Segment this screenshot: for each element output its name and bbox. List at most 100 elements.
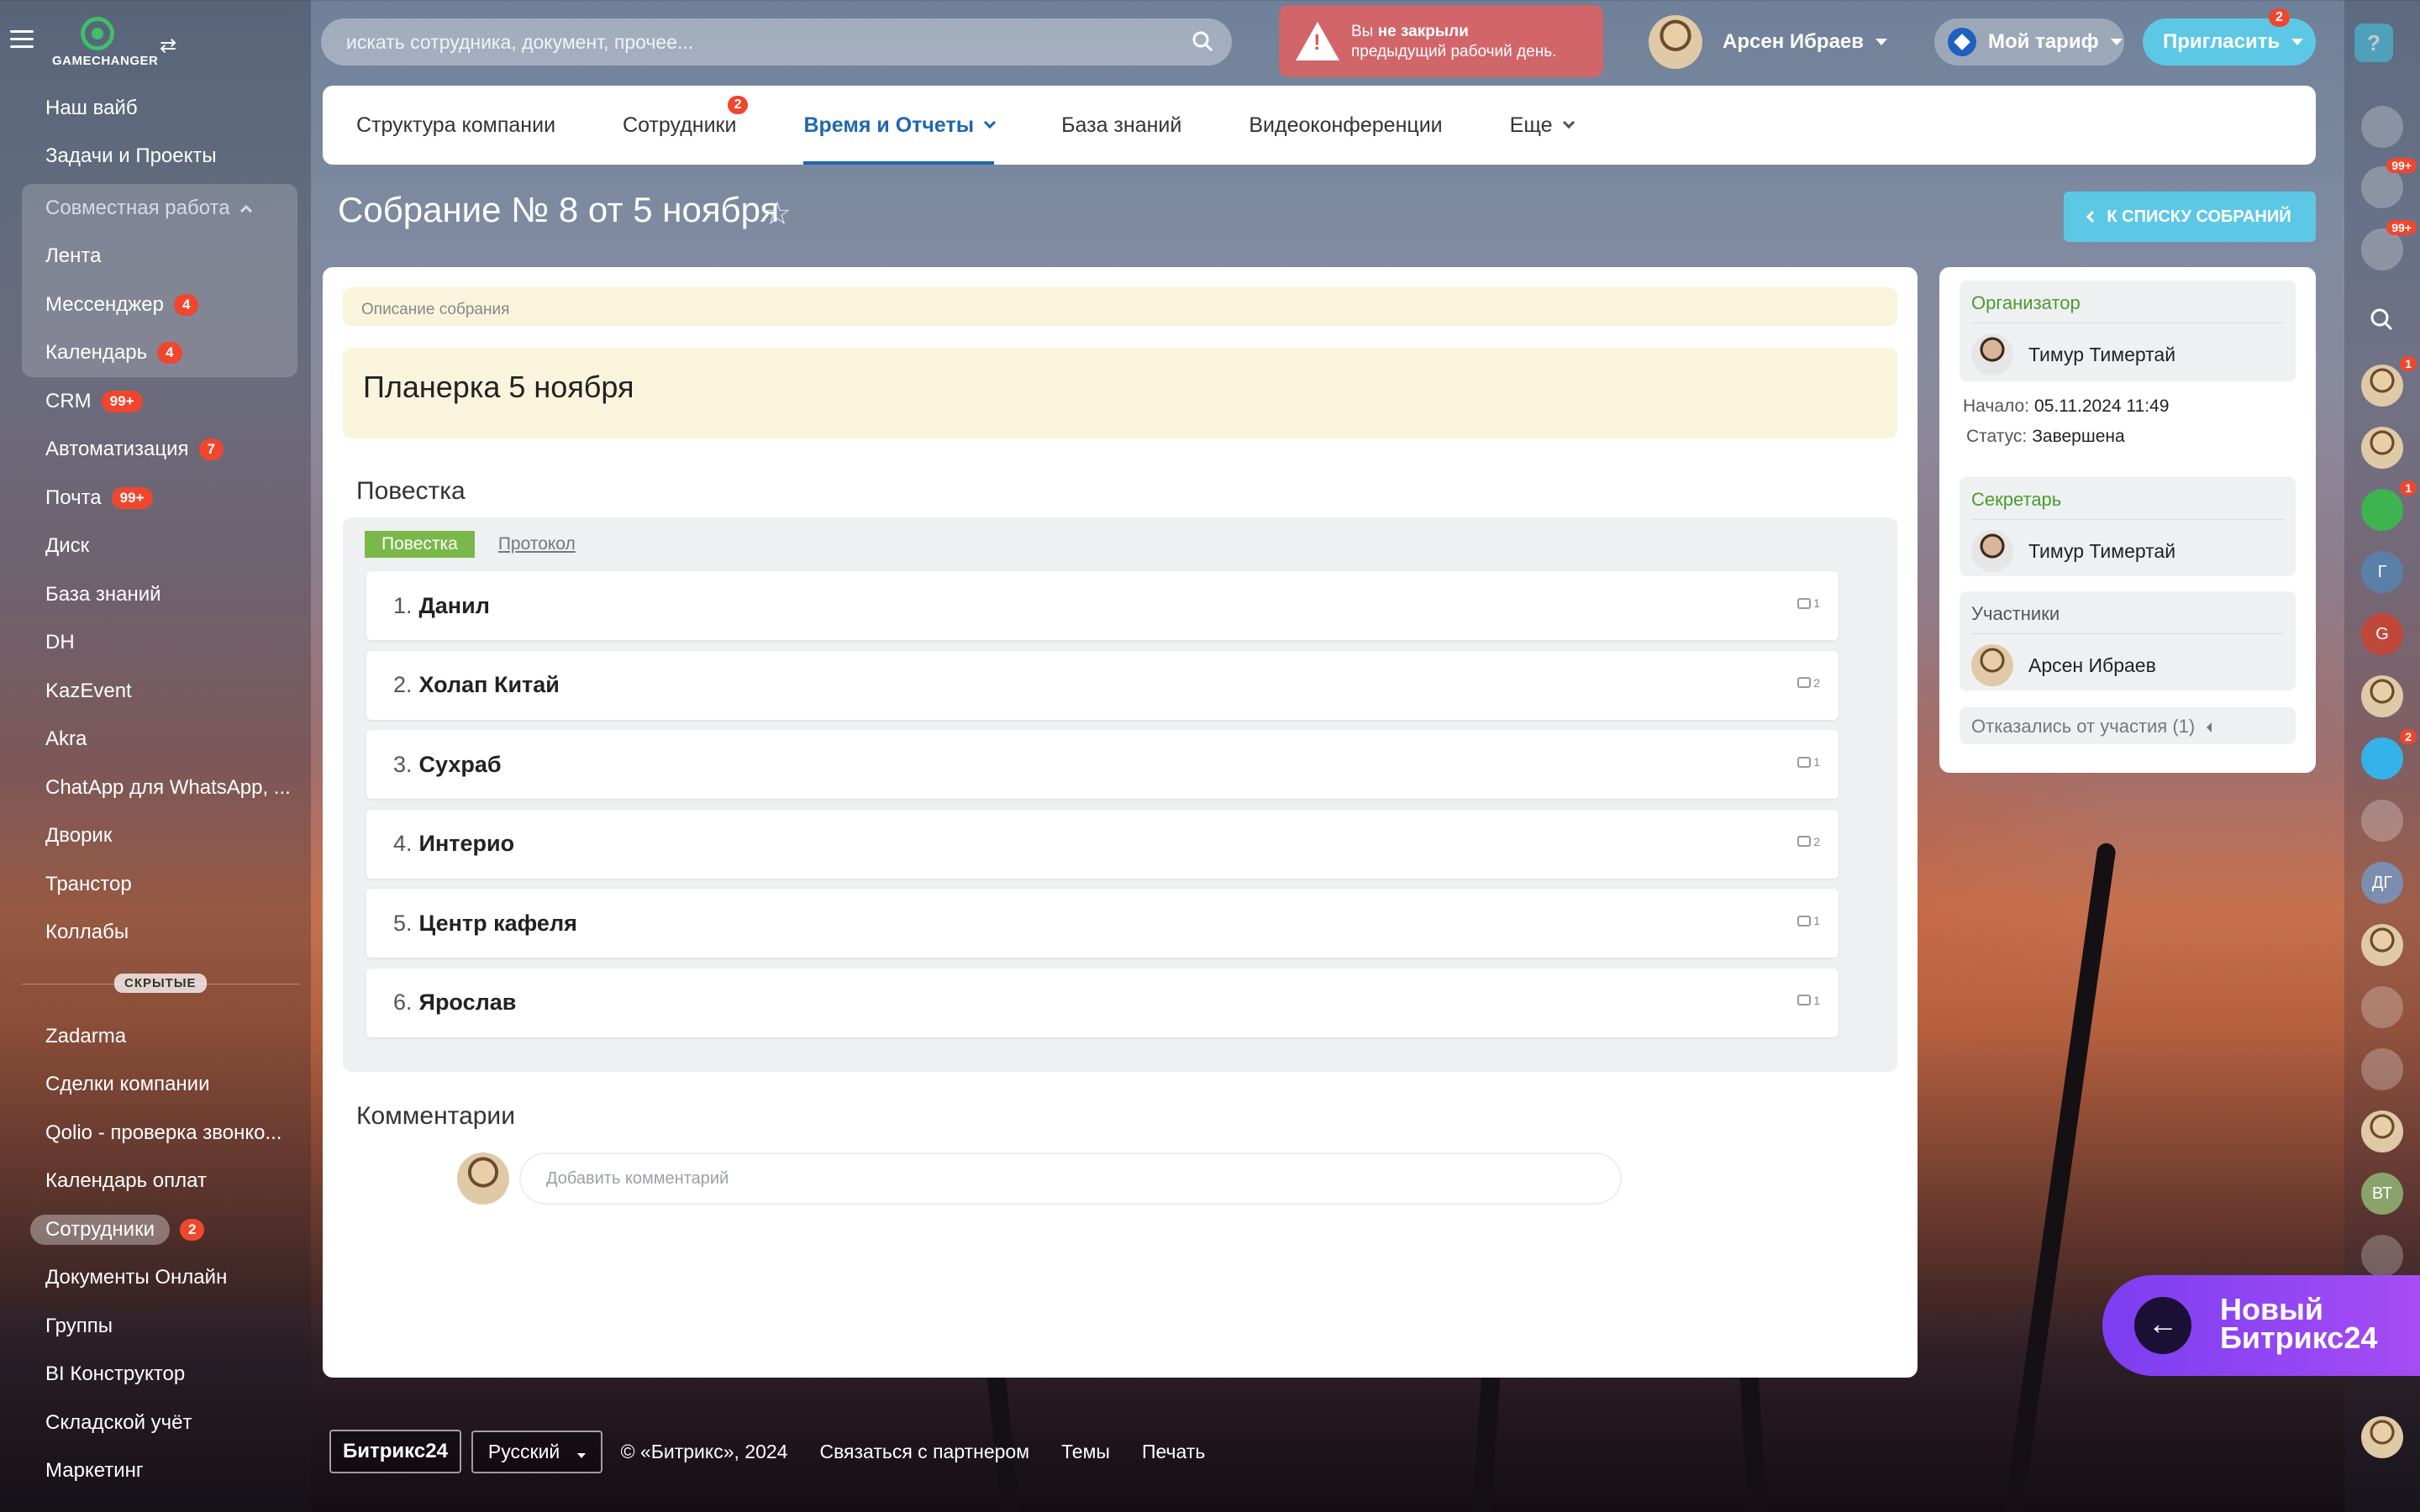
tab-time-reports[interactable]: Время и Отчеты — [803, 86, 997, 165]
sidebar-item[interactable]: Мессенджер 4 — [22, 281, 297, 329]
agenda-item-comments[interactable]: 1 — [1797, 994, 1820, 1007]
agenda-tab-protocol[interactable]: Протокол — [481, 531, 592, 558]
tab-company-structure[interactable]: Структура компании — [356, 86, 555, 165]
agenda-item-comments[interactable]: 2 — [1797, 676, 1820, 690]
invite-button[interactable]: Пригласить 2 — [2143, 8, 2316, 66]
chevron-down-icon — [1876, 39, 1888, 45]
menu-burger-icon[interactable] — [10, 30, 34, 49]
rail-contact-initials[interactable]: G — [2361, 613, 2403, 655]
search-input[interactable] — [346, 30, 1153, 54]
sidebar-item[interactable]: Дворик — [0, 812, 311, 861]
rail-openlines-icon[interactable]: 2 — [2361, 729, 2417, 780]
footer-logo[interactable]: Битрикс24 — [329, 1430, 461, 1473]
feed-icon[interactable]: 99+ — [2361, 220, 2417, 270]
rail-timeman-icon[interactable] — [2361, 800, 2403, 842]
sidebar-item[interactable]: База знаний — [0, 570, 311, 619]
language-select[interactable]: Русский — [471, 1430, 602, 1473]
rail-contact-avatar[interactable] — [2361, 924, 2403, 966]
sidebar-item[interactable]: Qolio - проверка звонко... — [0, 1109, 311, 1158]
participant-person[interactable]: Арсен Ибраев — [1971, 644, 2296, 686]
sidebar-item[interactable]: Сделки компании — [0, 1061, 311, 1110]
secretary-avatar — [1971, 530, 2013, 572]
tab-more[interactable]: Еще — [1510, 86, 1575, 165]
copilot-icon[interactable] — [2361, 106, 2403, 148]
sidebar-item[interactable]: BI Конструктор — [0, 1351, 311, 1399]
sidebar-item[interactable]: Документы Онлайн — [0, 1254, 311, 1303]
agenda-item-comments[interactable]: 1 — [1797, 755, 1820, 769]
footer-themes-link[interactable]: Темы — [1061, 1441, 1110, 1463]
rail-tasks-icon[interactable] — [2361, 1235, 2403, 1277]
refused-participants-toggle[interactable]: Отказались от участия (1) — [1960, 707, 2296, 744]
sidebar-item[interactable]: Коллабы — [0, 909, 311, 958]
sidebar-item[interactable]: Календарь 4 — [22, 329, 297, 378]
rail-contact-initials[interactable]: Г — [2361, 551, 2403, 593]
rail-contact-initials[interactable]: ВТ — [2361, 1173, 2403, 1215]
sidebar-item[interactable]: KazEvent — [0, 667, 311, 716]
tab-employees[interactable]: Сотрудники 2 — [623, 86, 749, 165]
agenda-item[interactable]: 2. Холап Китай 2 — [366, 650, 1839, 720]
sidebar-item[interactable]: Маркетинг — [0, 1447, 311, 1496]
menu-settings-icon[interactable]: ⇄ — [160, 34, 176, 58]
invite-label: Пригласить — [2163, 30, 2281, 53]
rail-search-icon[interactable] — [2361, 299, 2403, 341]
workday-warning[interactable]: Вы не закрыли предыдущий рабочий день. — [1279, 5, 1603, 77]
sidebar-item[interactable]: ChatApp для WhatsApp, ... — [0, 764, 311, 812]
agenda-item-comments[interactable]: 1 — [1797, 596, 1820, 610]
sidebar-item[interactable]: Складской учёт — [0, 1399, 311, 1447]
agenda-item[interactable]: 5. Центр кафеля 1 — [366, 889, 1839, 958]
rail-chat-icon[interactable]: 1 — [2361, 480, 2417, 531]
rail-contact-avatar[interactable] — [2361, 1110, 2403, 1152]
agenda-item[interactable]: 4. Интерио 2 — [366, 809, 1839, 879]
agenda-item-comments[interactable]: 2 — [1797, 835, 1820, 848]
sidebar-item[interactable]: Задачи и Проекты — [0, 133, 311, 181]
secretary-person[interactable]: Тимур Тимертай — [1971, 530, 2296, 572]
sidebar-item[interactable]: DH — [0, 619, 311, 668]
rail-contact-card-icon[interactable] — [2361, 1048, 2403, 1090]
comment-input[interactable] — [519, 1152, 1622, 1205]
rail-user-icon[interactable] — [2361, 986, 2403, 1028]
rail-contact-avatar[interactable] — [2361, 427, 2403, 469]
tab-knowledge-base[interactable]: База знаний — [1061, 86, 1181, 165]
footer-partner-link[interactable]: Связаться с партнером — [819, 1441, 1029, 1463]
sidebar-item[interactable]: Наш вайб — [0, 84, 311, 133]
agenda-tab-agenda[interactable]: Повестка — [365, 531, 475, 558]
agenda-item[interactable]: 1. Данил 1 — [366, 571, 1839, 640]
back-to-meetings-button[interactable]: К СПИСКУ СОБРАНИЙ — [2064, 192, 2316, 242]
sidebar-item[interactable]: Сотрудники 2 — [0, 1205, 311, 1254]
sidebar-item[interactable]: Транстор — [0, 860, 311, 909]
sidebar-group-title[interactable]: Совместная работа — [22, 184, 297, 233]
tab-label: Видеоконференции — [1249, 113, 1443, 137]
notifications-icon[interactable]: 99+ — [2361, 158, 2417, 208]
agenda-item[interactable]: 6. Ярослав 1 — [366, 968, 1839, 1037]
tab-video-conferences[interactable]: Видеоконференции — [1249, 86, 1442, 165]
rail-contact-avatar[interactable] — [2361, 675, 2403, 717]
sidebar-item[interactable]: Диск — [0, 522, 311, 571]
agenda-item-comments[interactable]: 1 — [1797, 914, 1820, 927]
page-footer: Битрикс24 Русский © «Битрикс», 2024 Связ… — [329, 1428, 1237, 1475]
search-icon[interactable] — [1192, 30, 1213, 52]
sidebar-item-label: Календарь — [45, 341, 148, 365]
sidebar-item[interactable]: Почта 99+ — [0, 474, 311, 522]
sidebar-item[interactable]: Akra — [0, 716, 311, 764]
favorite-star-icon[interactable]: ☆ — [763, 195, 792, 233]
sidebar-item[interactable]: Календарь оплат — [0, 1158, 311, 1206]
company-logo[interactable]: GAMECHANGER — [52, 17, 158, 69]
sidebar-item[interactable]: Лента — [22, 233, 297, 281]
footer-print-link[interactable]: Печать — [1142, 1441, 1205, 1463]
sidebar-item-label: ChatApp для WhatsApp, ... — [45, 775, 291, 799]
organizer-person[interactable]: Тимур Тимертай — [1971, 333, 2296, 375]
sidebar-item[interactable]: CRM 99+ — [0, 377, 311, 426]
tariff-button[interactable]: Мой тариф — [1934, 18, 2124, 66]
page-title: Собрание № 8 от 5 ноября — [338, 190, 780, 229]
rail-contact-avatar[interactable]: 1 — [2361, 356, 2417, 407]
secretary-label: Секретарь — [1971, 489, 2284, 520]
rail-contact-avatar[interactable] — [2361, 1416, 2403, 1458]
agenda-item[interactable]: 3. Сухраб 1 — [366, 730, 1839, 799]
user-menu[interactable]: Арсен Ибраев — [1649, 15, 1888, 69]
new-bitrix24-promo[interactable]: ← Новый Битрикс24 — [2102, 1275, 2420, 1376]
sidebar-item[interactable]: Группы — [0, 1302, 311, 1351]
sidebar-item[interactable]: Автоматизация 7 — [0, 426, 311, 475]
sidebar-item-label: Сотрудники — [30, 1214, 170, 1245]
rail-contact-initials[interactable]: ДГ — [2361, 862, 2403, 904]
sidebar-item[interactable]: Zadarma — [0, 1012, 311, 1061]
